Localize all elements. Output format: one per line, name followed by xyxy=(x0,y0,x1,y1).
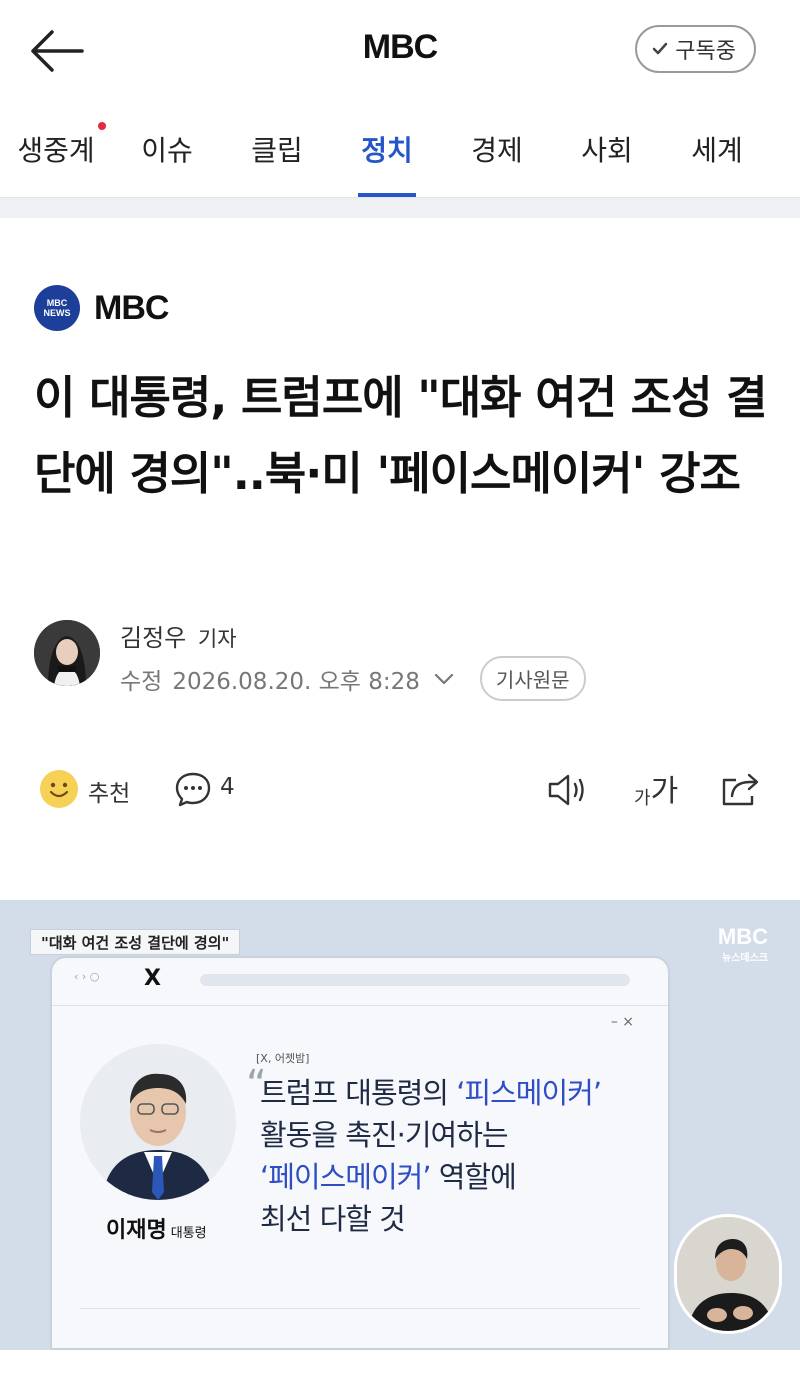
font-size-button[interactable]: 가 가 xyxy=(634,766,684,810)
tab-label: 정치 xyxy=(361,133,413,167)
quote-part: 트럼프 대통령의 xyxy=(260,1076,457,1110)
quote-highlight: ‘페이스메이커’ xyxy=(260,1160,432,1194)
updated-label: 수정 xyxy=(120,668,163,695)
politician-portrait xyxy=(80,1044,236,1200)
reporter-photo-icon xyxy=(34,620,100,686)
quote-line-4: 최선 다할 것 xyxy=(260,1202,406,1236)
article-headline: 이 대통령, 트럼프에 "대화 여건 조성 결단에 경의"..북·미 '페이스메… xyxy=(34,371,768,500)
reporter-name-text: 김정우 xyxy=(120,624,187,652)
tab-issue[interactable]: 이슈 xyxy=(112,100,222,197)
press-info[interactable]: MBC NEWS MBC xyxy=(34,285,169,331)
subscribe-button[interactable]: 구독중 xyxy=(635,25,756,73)
section-divider xyxy=(0,198,800,218)
share-icon[interactable] xyxy=(720,770,762,808)
app-bar: MBC 구독중 xyxy=(0,0,800,100)
comment-count[interactable]: 4 xyxy=(220,774,235,800)
watermark-text: MBC xyxy=(717,924,768,949)
tab-live[interactable]: 생중계 xyxy=(0,100,112,197)
check-icon xyxy=(653,42,668,55)
article-meta: 수정 2026.08.20. 오후 8:28 기사원문 xyxy=(120,656,586,701)
window-controls-icon: – × xyxy=(610,1014,634,1030)
font-size-small-glyph: 가 xyxy=(634,788,651,809)
article-body-start xyxy=(0,1350,800,1390)
byline: 김정우 기자 수정 2026.08.20. 오후 8:28 기사원문 xyxy=(34,614,774,704)
smile-icon[interactable] xyxy=(40,770,78,808)
reporter-avatar[interactable] xyxy=(34,620,100,686)
politician-name-text: 이재명 xyxy=(106,1218,167,1243)
quote-highlight: ‘피스메이커’ xyxy=(456,1076,602,1110)
browser-nav-icon: ‹ › ○ xyxy=(74,970,100,983)
category-tabs: 생중계 이슈 클립 정치 경제 사회 세계 xyxy=(0,100,800,198)
quote-line-3: ‘페이스메이커’ 역할에 xyxy=(260,1156,601,1198)
subscribe-label: 구독중 xyxy=(675,39,736,64)
article-image[interactable]: "대화 여건 조성 결단에 경의" MBC 뉴스데스크 ‹ › ○ X – × xyxy=(0,900,800,1350)
press-logo: MBC NEWS xyxy=(34,285,80,331)
politician-name: 이재명 대통령 xyxy=(106,1212,207,1244)
watermark-subtext: 뉴스데스크 xyxy=(722,953,768,964)
image-caption-tag: "대화 여건 조성 결단에 경의" xyxy=(30,929,241,955)
x-logo: X xyxy=(144,966,161,991)
politician-title: 대통령 xyxy=(170,1226,207,1241)
url-bar xyxy=(200,974,630,986)
press-name: MBC xyxy=(94,288,169,327)
tab-world[interactable]: 세계 xyxy=(662,100,772,197)
tab-label: 생중계 xyxy=(17,133,95,167)
chevron-down-icon[interactable] xyxy=(434,672,454,686)
font-size-large-glyph: 가 xyxy=(650,774,679,809)
live-indicator-dot xyxy=(98,122,106,130)
press-logo-text: MBC xyxy=(46,298,68,308)
tab-politics[interactable]: 정치 xyxy=(332,100,442,197)
tab-economy[interactable]: 경제 xyxy=(442,100,552,197)
article-action-bar: 추천 4 가 가 xyxy=(0,760,800,820)
comment-icon[interactable] xyxy=(174,770,212,808)
divider xyxy=(80,1308,640,1309)
tab-label: 경제 xyxy=(471,133,523,167)
tab-society[interactable]: 사회 xyxy=(552,100,662,197)
tab-label: 사회 xyxy=(581,133,633,167)
broadcast-watermark: MBC 뉴스데스크 xyxy=(718,926,768,970)
quote-line-2: 활동을 촉진·기여하는 xyxy=(260,1118,509,1152)
recommend-label[interactable]: 추천 xyxy=(88,774,130,808)
tab-label: 이슈 xyxy=(141,133,193,167)
reporter-role: 기자 xyxy=(197,627,237,651)
speaker-icon[interactable] xyxy=(546,772,590,808)
tab-clip[interactable]: 클립 xyxy=(222,100,332,197)
tab-label: 세계 xyxy=(691,133,743,167)
tab-label: 클립 xyxy=(251,133,303,167)
browser-toolbar: ‹ › ○ X xyxy=(52,958,668,1006)
reporter-name[interactable]: 김정우 기자 xyxy=(120,618,237,653)
quote-text: 트럼프 대통령의 ‘피스메이커’ 활동을 촉진·기여하는 ‘페이스메이커’ 역할… xyxy=(260,1072,602,1240)
quote-part: 역할에 xyxy=(430,1160,517,1194)
quote-line-1: 트럼프 대통령의 ‘피스메이커’ xyxy=(260,1072,602,1114)
press-logo-subtext: NEWS xyxy=(43,308,71,318)
sign-language-interpreter xyxy=(674,1214,782,1334)
browser-mockup: ‹ › ○ X – × 이재명 대통령 [X, 어젯밤] “ 트럼프 대통령의 … xyxy=(50,956,670,1350)
updated-timestamp: 2026.08.20. 오후 8:28 xyxy=(172,668,420,695)
original-article-button[interactable]: 기사원문 xyxy=(479,656,586,701)
